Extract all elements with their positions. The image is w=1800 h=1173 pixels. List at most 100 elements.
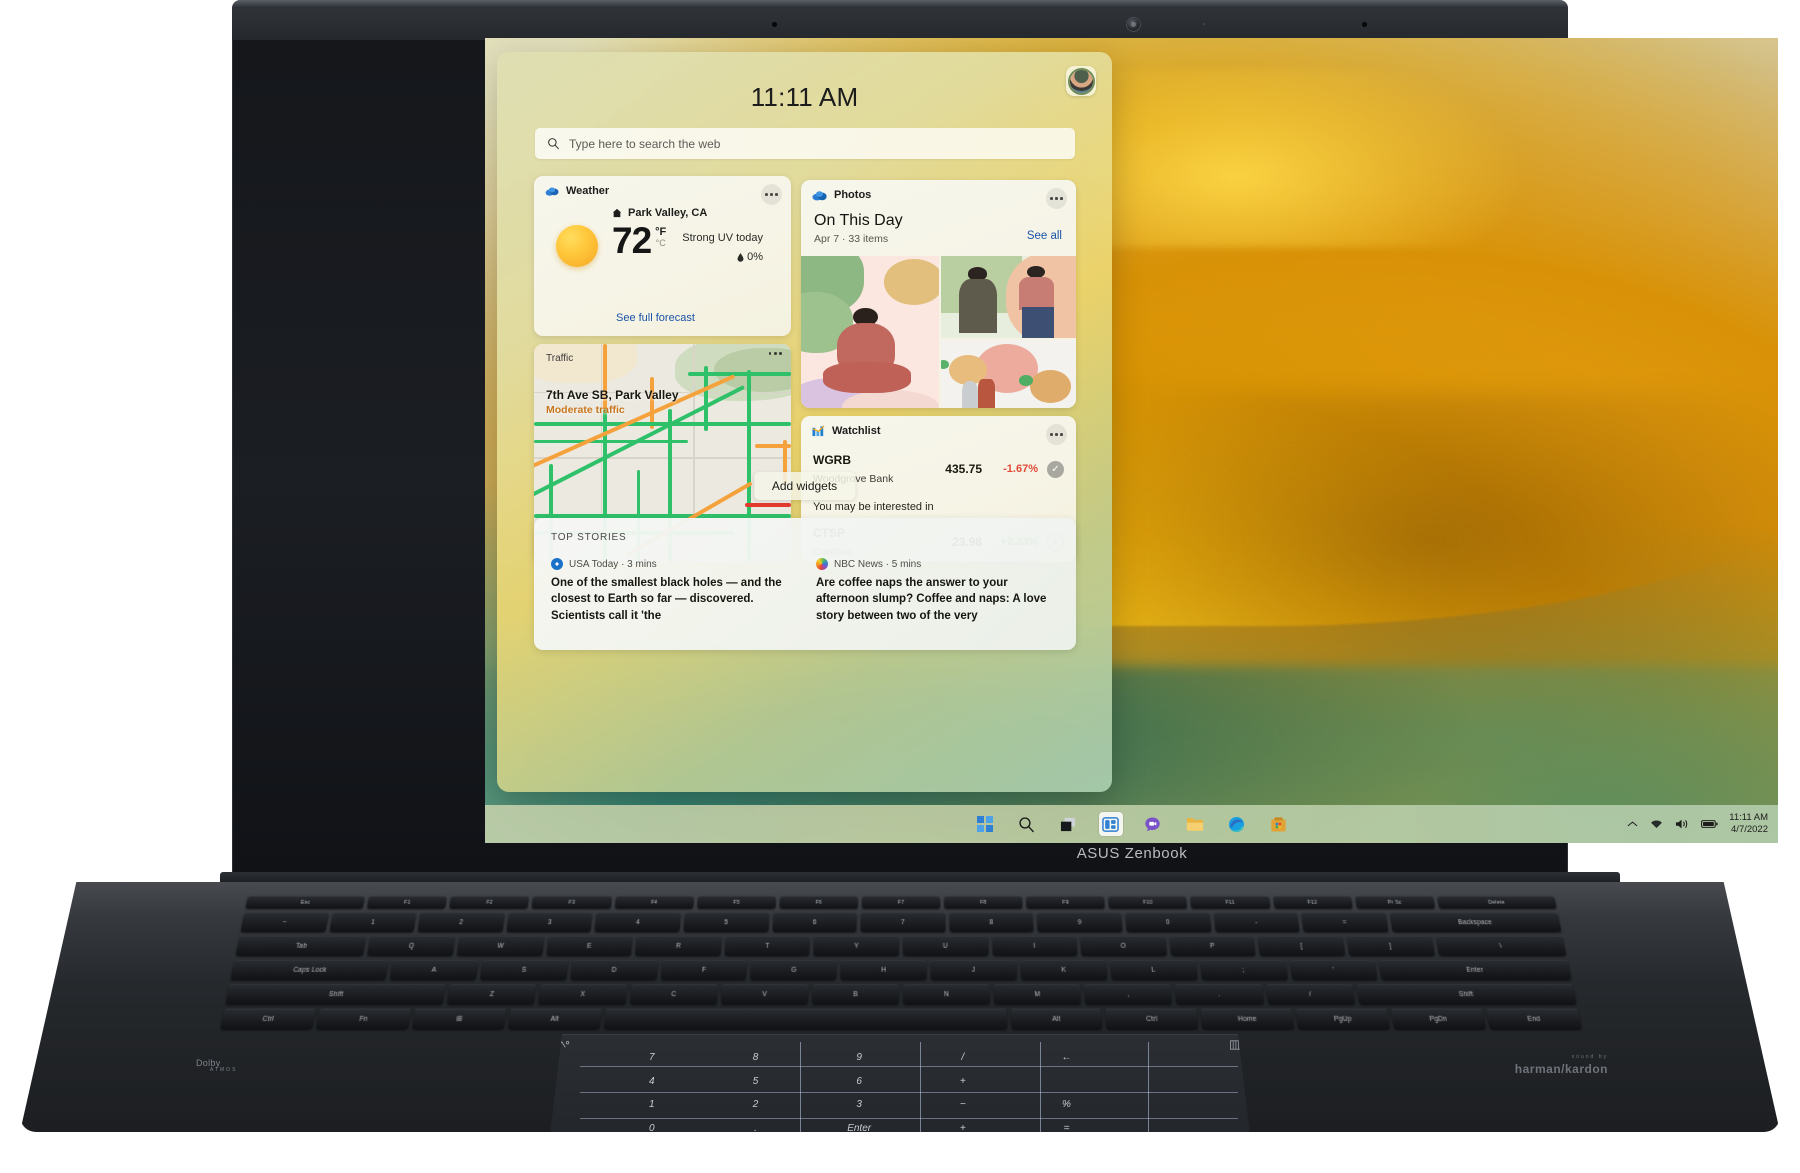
- numpad-key-4[interactable]: 4: [600, 1070, 704, 1094]
- key-3[interactable]: 3: [506, 912, 592, 932]
- photo-thumbnail[interactable]: [941, 340, 1077, 408]
- key-7[interactable]: 7: [861, 912, 946, 932]
- avatar[interactable]: [1066, 66, 1096, 96]
- numpad-key-0[interactable]: 0: [600, 1117, 704, 1141]
- more-options-icon[interactable]: [1046, 424, 1067, 445]
- key-slash[interactable]: /: [1266, 984, 1355, 1004]
- numpad-key-5[interactable]: 5: [704, 1070, 808, 1094]
- key-backspace[interactable]: Backspace: [1389, 912, 1561, 932]
- news-card[interactable]: NBC News · 5 mins Are coffee naps the an…: [816, 558, 1059, 624]
- key-2[interactable]: 2: [418, 912, 505, 932]
- key-f10[interactable]: F10: [1108, 896, 1187, 909]
- key-z[interactable]: Z: [447, 984, 536, 1004]
- photos-widget[interactable]: Photos On This Day Apr 7 · 33 items See …: [801, 180, 1076, 408]
- key-alt-right[interactable]: Alt: [1010, 1009, 1102, 1030]
- key-period[interactable]: .: [1175, 984, 1264, 1004]
- key-b[interactable]: B: [812, 984, 899, 1004]
- key-f9[interactable]: F9: [1026, 896, 1105, 909]
- key-d[interactable]: D: [570, 960, 658, 980]
- key-print-screen[interactable]: Pr Sc: [1355, 896, 1435, 909]
- key-9[interactable]: 9: [1037, 912, 1122, 932]
- key-g[interactable]: G: [750, 960, 837, 980]
- wifi-icon[interactable]: [1649, 818, 1664, 830]
- key-alt-left[interactable]: Alt: [508, 1009, 602, 1030]
- key-tilde[interactable]: ~: [241, 912, 329, 932]
- numpad-key-percent[interactable]: %: [1015, 1093, 1119, 1117]
- file-explorer-button[interactable]: [1183, 812, 1207, 836]
- task-view-button[interactable]: [1057, 812, 1081, 836]
- numpad-key-8[interactable]: 8: [704, 1046, 808, 1070]
- key-semicolon[interactable]: ;: [1200, 960, 1288, 980]
- widgets-button[interactable]: [1099, 812, 1123, 836]
- numpad-key-2[interactable]: 2: [704, 1093, 808, 1117]
- numpad-key-decimal[interactable]: .: [704, 1117, 808, 1141]
- key-4[interactable]: 4: [595, 912, 681, 932]
- check-icon[interactable]: ✓: [1047, 461, 1064, 478]
- store-button[interactable]: [1267, 812, 1291, 836]
- key-f5[interactable]: F5: [697, 896, 776, 909]
- numpad-key-enter[interactable]: Enter: [807, 1117, 911, 1141]
- key-shift-right[interactable]: Shift: [1356, 984, 1576, 1004]
- search-button[interactable]: [1015, 812, 1039, 836]
- key-tab[interactable]: Tab: [236, 936, 367, 956]
- key-comma[interactable]: ,: [1084, 984, 1172, 1004]
- key-page-down[interactable]: PgDn: [1391, 1009, 1486, 1030]
- key-f1[interactable]: F1: [367, 896, 447, 909]
- key-8[interactable]: 8: [949, 912, 1034, 932]
- key-o[interactable]: O: [1080, 936, 1166, 956]
- key-equals[interactable]: =: [1301, 912, 1388, 932]
- key-u[interactable]: U: [903, 936, 988, 956]
- speaker-icon[interactable]: [1675, 818, 1690, 830]
- key-l[interactable]: L: [1110, 960, 1197, 980]
- key-backslash[interactable]: \: [1435, 936, 1566, 956]
- numpad-key-9[interactable]: 9: [807, 1046, 911, 1070]
- edge-button[interactable]: [1225, 812, 1249, 836]
- key-fn[interactable]: Fn: [316, 1009, 411, 1030]
- chevron-up-icon[interactable]: [1627, 820, 1638, 828]
- key-c[interactable]: C: [630, 984, 718, 1004]
- key-a[interactable]: A: [390, 960, 479, 980]
- battery-icon[interactable]: [1701, 819, 1718, 829]
- photo-thumbnail[interactable]: [801, 256, 939, 408]
- key-home[interactable]: Home: [1201, 1009, 1295, 1030]
- start-button[interactable]: [973, 812, 997, 836]
- key-1[interactable]: 1: [329, 912, 417, 932]
- numpad-key-minus[interactable]: −: [911, 1093, 1015, 1117]
- key-bracket-right[interactable]: ]: [1347, 936, 1435, 956]
- key-k[interactable]: K: [1020, 960, 1107, 980]
- numpad-key-1[interactable]: 1: [600, 1093, 704, 1117]
- key-minus[interactable]: -: [1213, 912, 1299, 932]
- key-f4[interactable]: F4: [614, 896, 693, 909]
- key-h[interactable]: H: [841, 960, 927, 980]
- news-card[interactable]: USA Today · 3 mins One of the smallest b…: [551, 558, 794, 624]
- key-r[interactable]: R: [635, 936, 721, 956]
- key-space[interactable]: [604, 1009, 1007, 1030]
- key-f2[interactable]: F2: [450, 896, 530, 909]
- key-w[interactable]: W: [457, 936, 544, 956]
- tray-clock[interactable]: 11:11 AM 4/7/2022: [1729, 812, 1768, 836]
- see-full-forecast-link[interactable]: See full forecast: [616, 312, 695, 324]
- key-s[interactable]: S: [480, 960, 568, 980]
- key-end[interactable]: End: [1486, 1009, 1581, 1030]
- numpad-key-divide[interactable]: /: [911, 1046, 1015, 1070]
- key-t[interactable]: T: [724, 936, 810, 956]
- key-bracket-left[interactable]: [: [1258, 936, 1345, 956]
- numpad-key-equals[interactable]: =: [1015, 1117, 1119, 1141]
- numpad-key-6[interactable]: 6: [807, 1070, 911, 1094]
- numpad-key-backspace[interactable]: ←: [1015, 1046, 1119, 1070]
- numberpad-toggle-icon[interactable]: [557, 1040, 570, 1049]
- key-n[interactable]: N: [903, 984, 990, 1004]
- key-5[interactable]: 5: [684, 912, 769, 932]
- numpad-key-7[interactable]: 7: [600, 1046, 704, 1070]
- more-options-icon[interactable]: [769, 352, 782, 355]
- key-0[interactable]: 0: [1125, 912, 1211, 932]
- key-i[interactable]: I: [992, 936, 1078, 956]
- key-q[interactable]: Q: [367, 936, 455, 956]
- more-options-icon[interactable]: [1046, 188, 1067, 209]
- key-delete[interactable]: Delete: [1437, 896, 1557, 909]
- key-f8[interactable]: F8: [944, 896, 1023, 909]
- key-f11[interactable]: F11: [1190, 896, 1270, 909]
- numpad-key-plus[interactable]: +: [911, 1117, 1015, 1141]
- key-v[interactable]: V: [721, 984, 809, 1004]
- key-quote[interactable]: ': [1289, 960, 1378, 980]
